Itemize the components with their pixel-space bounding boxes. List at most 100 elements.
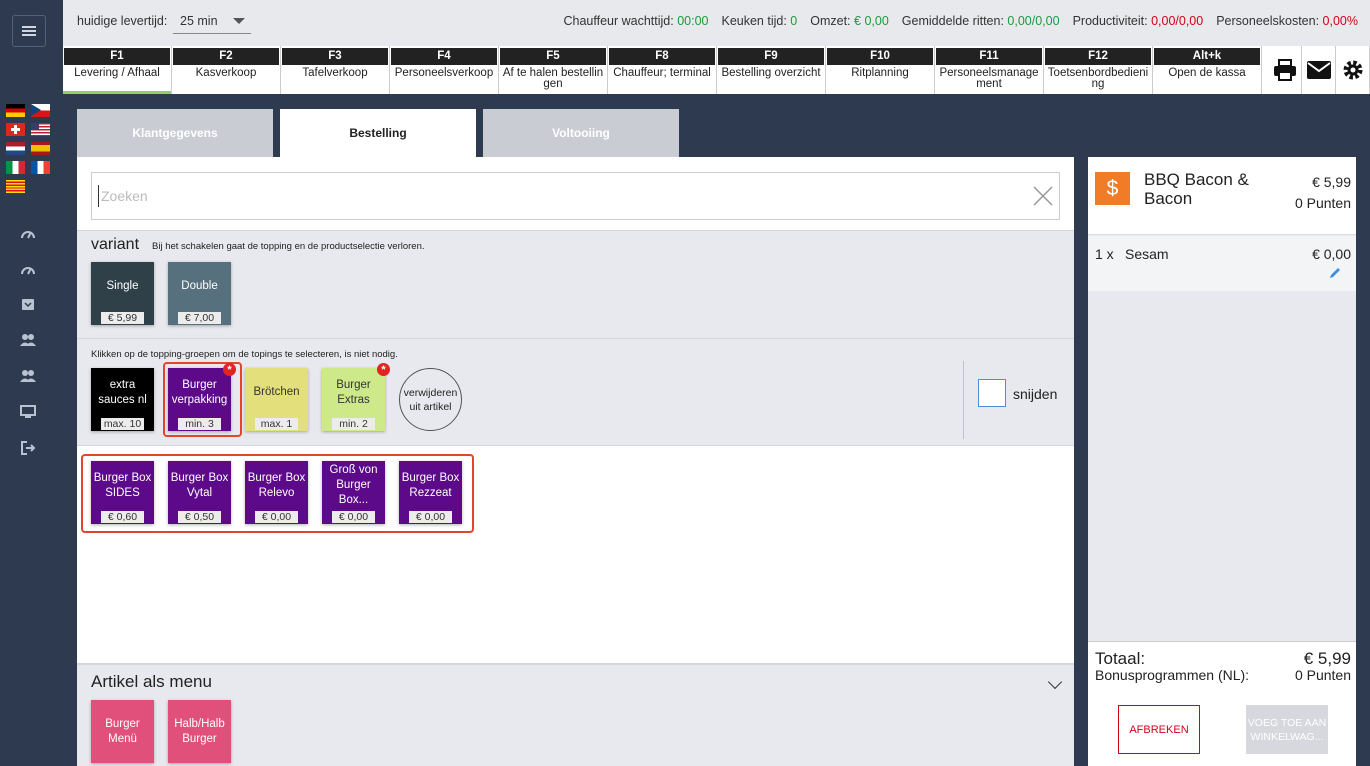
add-to-cart-button[interactable]: VOEG TOE AAN WINKELWAG... [1246,705,1328,754]
flag-switzerland-icon[interactable] [6,123,25,136]
fkey-f11[interactable]: F11 Personeelsmanagement [935,46,1044,94]
delivery-time-value: 25 min [180,14,218,28]
stat-revenue: Omzet: € 0,00 [810,14,889,28]
cart-actions: AFBREKEN VOEG TOE AAN WINKELWAG... [1088,691,1356,766]
menu-item-halb-halb-burger[interactable]: Halb/Halb Burger [168,700,231,763]
fkey-alt-k[interactable]: Alt+k Open de kassa [1153,46,1262,94]
fkey-f4[interactable]: F4 Personeelsverkoop [390,46,499,94]
function-key-bar: F1 Levering / Afhaal F2 Kasverkoop F3 Tafel… [63,46,1370,94]
staff-icon[interactable] [19,368,37,384]
product-burger-box-relevo[interactable]: Burger Box Relevo € 0,00 [245,461,308,524]
printer-icon[interactable] [1268,46,1302,94]
bonus-value: 0 Punten [1294,667,1351,683]
topping-hint: Klikken op de topping-groepen om de topi… [91,349,398,360]
cart-item-price: € 5,99 [1312,174,1351,190]
line-name: Sesam [1125,246,1169,262]
product-gross-burger-box[interactable]: Groß von Burger Box... € 0,00 [322,461,385,524]
dashboard-gauge-icon[interactable] [19,225,37,241]
product-burger-box-rezzeat[interactable]: Burger Box Rezzeat € 0,00 [399,461,462,524]
delivery-time-label: huidige levertijd: [77,14,168,28]
line-qty: 1 x [1095,246,1114,262]
cart-total: Totaal: € 5,99 Bonusprogrammen (NL): 0 P… [1088,641,1356,691]
stat-kitchen-time: Keuken tijd: 0 [721,14,798,28]
topping-section: Klikken op de topping-groepen om de topi… [77,338,1074,445]
flag-germany-icon[interactable] [6,104,25,117]
flag-czech-icon[interactable] [31,104,50,117]
stat-avg-rides: Gemiddelde ritten: 0,00/0,00 [901,14,1060,28]
fkey-f9[interactable]: F9 Bestelling overzicht [717,46,826,94]
cart-item-name: BBQ Bacon & Bacon [1144,170,1249,208]
order-panel: variant Bij het schakelen gaat de toppin… [77,157,1074,766]
variant-section: variant Bij het schakelen gaat de toppin… [77,230,1074,338]
search-input[interactable] [98,185,1018,207]
chevron-down-icon[interactable] [1047,674,1063,690]
flag-france-icon[interactable] [31,161,50,174]
gear-icon[interactable] [1336,46,1370,94]
required-badge: * [223,363,236,376]
status-bar: huidige levertijd: 25 min Chauffeur wach… [63,0,1370,46]
topping-group-burger-extras[interactable]: Burger Extras min. 2 * [322,363,390,431]
cart-item-header[interactable]: $ BBQ Bacon & Bacon € 5,99 0 Punten [1088,157,1356,235]
products-section: Burger Box SIDES € 0,60 Burger Box Vytal… [77,445,1074,663]
stat-productivity: Productiviteit: 0,00/0,00 [1072,14,1204,28]
topping-group-brotchen[interactable]: Brötchen max. 1 [245,368,308,431]
chevron-down-icon [233,18,245,24]
toolbar-icons [1268,46,1370,94]
left-sidebar [0,0,63,766]
search-box [91,172,1060,220]
required-badge: * [377,363,390,376]
flag-catalonia-icon[interactable] [6,180,25,193]
monitor-icon[interactable] [19,404,37,420]
bonus-label: Bonusprogrammen (NL): [1095,667,1250,683]
stat-driver-wait: Chauffeur wachttijd: 00:00 [563,14,709,28]
tab-klantgegevens[interactable]: Klantgegevens [77,109,273,157]
menu-section-title: Artikel als menu [91,672,212,691]
flag-italy-icon[interactable] [6,161,25,174]
basket-icon[interactable] [19,296,37,312]
logout-icon[interactable] [19,440,37,456]
abort-button[interactable]: AFBREKEN [1118,705,1200,754]
fkey-f10[interactable]: F10 Ritplanning [826,46,935,94]
line-price: € 0,00 [1312,246,1351,262]
fkey-f5[interactable]: F5 Af te halen bestellingen [499,46,608,94]
delivery-time-select[interactable]: 25 min [173,8,251,34]
tab-voltooiing[interactable]: Voltooiing [483,109,679,157]
fkey-f8[interactable]: F8 Chauffeur; terminal [608,46,717,94]
divider [963,361,964,439]
cut-label: snijden [1013,386,1058,402]
fkey-f2[interactable]: F2 Kasverkoop [172,46,281,94]
cart-item-points: 0 Punten [1294,195,1351,211]
total-label: Totaal: [1095,649,1146,668]
hamburger-menu-icon[interactable] [12,15,46,47]
stat-staff-costs: Personeelskosten: 0,00% [1216,14,1358,28]
total-value: € 5,99 [1303,649,1351,668]
remove-from-article-button[interactable]: verwijderen uit artikel [399,368,462,431]
variant-double[interactable]: Double € 7,00 [168,262,231,325]
language-flags [6,104,52,193]
mail-icon[interactable] [1302,46,1336,94]
stats-row: Chauffeur wachttijd: 00:00 Keuken tijd: … [563,14,1358,28]
article-as-menu-section: Artikel als menu Burger Menü Halb/Halb B… [77,663,1074,766]
product-burger-box-sides[interactable]: Burger Box SIDES € 0,60 [91,461,154,524]
topping-group-burger-verpakking[interactable]: Burger verpakking min. 3 * [168,363,236,431]
product-burger-box-vytal[interactable]: Burger Box Vytal € 0,50 [168,461,231,524]
variant-title: variant [91,236,140,253]
flag-spain-icon[interactable] [31,142,50,155]
cut-checkbox[interactable] [978,379,1006,407]
cart-panel: $ BBQ Bacon & Bacon € 5,99 0 Punten 1 x … [1088,157,1356,766]
fkey-f1[interactable]: F1 Levering / Afhaal [63,46,172,94]
tab-bestelling[interactable]: Bestelling [280,109,476,157]
flag-netherlands-icon[interactable] [6,142,25,155]
topping-group-extra-sauces[interactable]: extra sauces nl max. 10 [91,368,154,431]
users-icon[interactable] [19,332,37,348]
clear-search-icon[interactable] [1031,184,1055,208]
fkey-f3[interactable]: F3 Tafelverkoop [281,46,390,94]
dollar-icon: $ [1095,172,1130,205]
variant-single[interactable]: Single € 5,99 [91,262,154,325]
fkey-f12[interactable]: F12 Toetsenbordbediening [1044,46,1153,94]
cart-line[interactable]: 1 x Sesam € 0,00 [1088,236,1356,291]
menu-item-burger-menu[interactable]: Burger Menü [91,700,154,763]
flag-usa-icon[interactable] [31,123,50,136]
speed-gauge-icon[interactable] [19,261,37,277]
edit-pencil-icon[interactable] [1328,266,1342,280]
